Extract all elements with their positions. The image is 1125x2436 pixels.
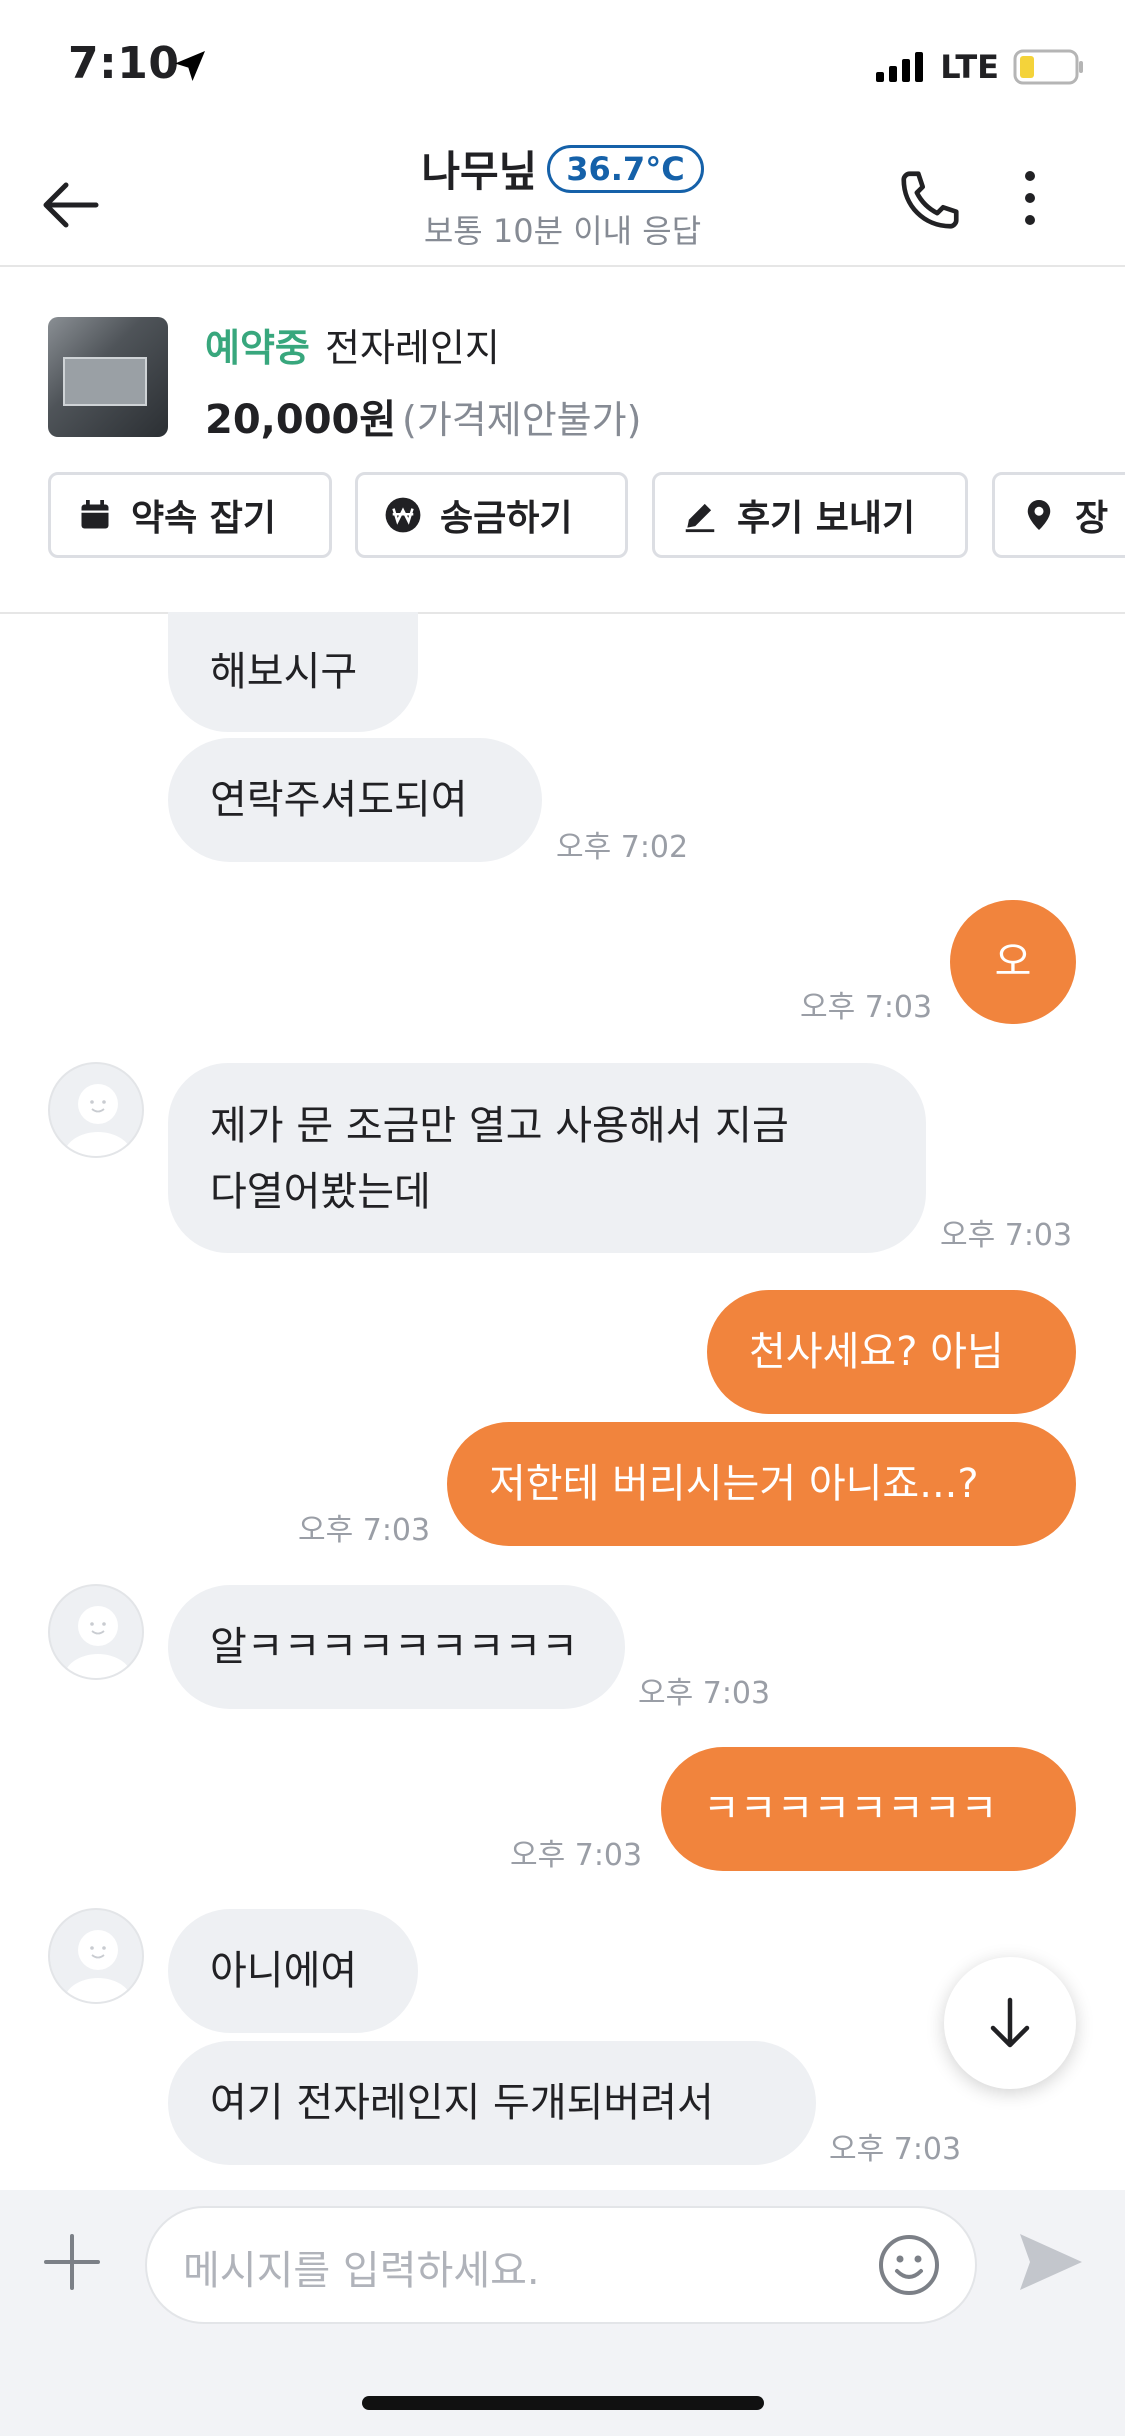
product-price: 20,000원 — [205, 397, 397, 443]
reservation-status: 예약중 — [205, 326, 310, 370]
home-indicator — [362, 2396, 764, 2410]
message-bubble-out[interactable]: 천사세요? 아님 — [707, 1290, 1076, 1414]
status-indicators: LTE — [876, 48, 1085, 86]
network-type: LTE — [940, 48, 999, 86]
default-avatar-icon — [64, 1606, 132, 1678]
message-bubble-in[interactable]: 해보시구 — [168, 612, 418, 732]
send-review-button[interactable]: 후기 보내기 — [652, 472, 968, 558]
location-pin-icon — [1027, 500, 1051, 530]
message-text: 다열어봤는데 — [210, 1169, 431, 1215]
plus-icon[interactable] — [42, 2232, 102, 2292]
pencil-icon — [685, 503, 715, 533]
schedule-button[interactable]: 약속 잡기 — [48, 472, 332, 558]
message-text: 여기 전자레인지 두개되버려서 — [210, 2080, 714, 2126]
message-bubble-in[interactable]: 여기 전자레인지 두개되버려서 — [168, 2041, 816, 2165]
message-text: 알ㅋㅋㅋㅋㅋㅋㅋㅋㅋ — [210, 1624, 578, 1670]
battery-icon — [1013, 49, 1083, 85]
manner-temperature-badge: 36.7°C — [547, 144, 704, 193]
message-input-placeholder: 메시지를 입력하세요. — [183, 2248, 540, 2294]
message-timestamp: 오후 7:03 — [800, 990, 933, 1025]
message-bubble-in[interactable]: 연락주셔도되여 — [168, 738, 542, 862]
message-timestamp: 오후 7:03 — [298, 1513, 431, 1548]
place-button[interactable]: 장 — [992, 472, 1125, 558]
price-note: (가격제안불가) — [402, 398, 642, 442]
product-thumbnail[interactable] — [48, 317, 168, 437]
message-text: ㅋㅋㅋㅋㅋㅋㅋㅋ — [703, 1786, 998, 1832]
phone-icon[interactable] — [895, 165, 965, 235]
message-bubble-in[interactable]: 아니에여 — [168, 1909, 418, 2033]
schedule-label: 약속 잡기 — [131, 498, 277, 539]
message-timestamp: 오후 7:03 — [940, 1218, 1073, 1253]
message-text: 제가 문 조금만 열고 사용해서 지금 — [210, 1103, 789, 1149]
message-text: 해보시구 — [210, 649, 358, 695]
place-label: 장 — [1075, 498, 1109, 539]
product-title: 전자레인지 — [325, 326, 500, 370]
message-bubble-out[interactable]: 저한테 버리시는거 아니죠...? — [447, 1422, 1076, 1546]
message-text: 천사세요? 아님 — [749, 1329, 1004, 1375]
message-timestamp: 오후 7:03 — [829, 2132, 962, 2167]
message-input[interactable]: 메시지를 입력하세요. — [145, 2206, 977, 2324]
message-text: 저한테 버리시는거 아니죠...? — [489, 1461, 979, 1507]
send-review-label: 후기 보내기 — [737, 498, 916, 539]
default-avatar-icon — [64, 1084, 132, 1156]
message-bubble-in[interactable]: 알ㅋㅋㅋㅋㅋㅋㅋㅋㅋ — [168, 1585, 625, 1709]
chat-header: 나무닢 36.7°C 보통 10분 이내 응답 — [0, 120, 1125, 267]
message-text: 오 — [994, 939, 1032, 985]
status-time: 7:10 — [68, 38, 180, 89]
send-money-button[interactable]: 송금하기 — [355, 472, 628, 558]
avatar[interactable] — [48, 1584, 144, 1680]
won-coin-icon — [385, 497, 421, 533]
more-options-icon[interactable] — [1015, 168, 1045, 228]
partner-name: 나무닢 — [421, 147, 538, 196]
location-arrow-icon — [175, 51, 205, 81]
message-bubble-in[interactable]: 제가 문 조금만 열고 사용해서 지금 다열어봤는데 — [168, 1063, 926, 1253]
default-avatar-icon — [64, 1930, 132, 2002]
calendar-icon — [81, 500, 109, 529]
avatar[interactable] — [48, 1062, 144, 1158]
message-text: 아니에여 — [210, 1948, 358, 1994]
arrow-down-icon — [990, 1997, 1030, 2048]
message-timestamp: 오후 7:03 — [638, 1676, 771, 1711]
message-timestamp: 오후 7:02 — [556, 830, 689, 865]
product-panel[interactable]: 예약중 전자레인지 20,000원 (가격제안불가) 약속 잡기 송금하기 후기… — [0, 267, 1125, 614]
message-bubble-out[interactable]: ㅋㅋㅋㅋㅋㅋㅋㅋ — [661, 1747, 1076, 1871]
message-text: 연락주셔도되여 — [210, 777, 468, 823]
message-timestamp: 오후 7:03 — [510, 1838, 643, 1873]
signal-icon — [876, 52, 924, 82]
emoji-icon[interactable] — [877, 2233, 941, 2297]
avatar[interactable] — [48, 1908, 144, 2004]
message-bubble-out[interactable]: 오 — [950, 900, 1076, 1024]
send-money-label: 송금하기 — [440, 498, 573, 539]
send-icon[interactable] — [1016, 2230, 1086, 2294]
scroll-to-bottom-button[interactable] — [944, 1957, 1076, 2089]
